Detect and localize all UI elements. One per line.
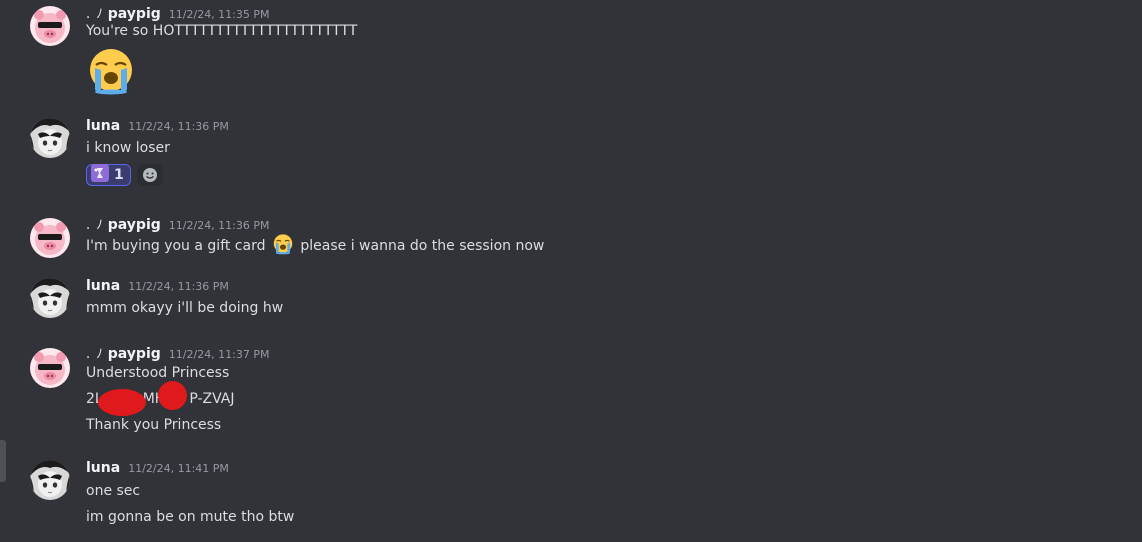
timestamp[interactable]: 11/2/24, 11:37 PM <box>169 348 270 361</box>
message-text: I'm buying you a gift card please i wann… <box>86 233 544 261</box>
timestamp[interactable]: 11/2/24, 11:41 PM <box>128 462 229 475</box>
message-text: Understood Princess <box>86 365 230 381</box>
timestamp[interactable]: 11/2/24, 11:35 PM <box>169 8 270 21</box>
avatar-paypig[interactable] <box>30 348 70 388</box>
pig-avatar-icon <box>30 348 70 388</box>
timestamp[interactable]: 11/2/24, 11:36 PM <box>169 219 270 232</box>
username-decoration: . ﾉ <box>86 218 104 233</box>
avatar-luna[interactable] <box>30 118 70 158</box>
timestamp[interactable]: 11/2/24, 11:36 PM <box>128 120 229 133</box>
timestamp[interactable]: 11/2/24, 11:36 PM <box>128 280 229 293</box>
pig-avatar-icon <box>30 218 70 258</box>
chat-message-list: . ﾉ paypig 11/2/24, 11:35 PM You're so H… <box>0 0 1142 542</box>
message-text-part: I'm buying you a gift card <box>86 238 266 254</box>
code-part: P-ZVAJ <box>189 391 235 407</box>
loudly-crying-face-icon[interactable] <box>272 233 294 261</box>
message-text: mmm okayy i'll be doing hw <box>86 300 284 316</box>
reaction-bar: 1 <box>86 164 163 186</box>
username[interactable]: paypig <box>108 217 161 233</box>
message-text-part: please i wanna do the session now <box>300 238 545 254</box>
scrollbar-handle[interactable] <box>0 440 6 482</box>
username[interactable]: luna <box>86 278 120 294</box>
message-text: Thank you Princess <box>86 417 222 433</box>
reaction-count: 1 <box>114 167 124 183</box>
username[interactable]: paypig <box>108 6 161 22</box>
message-text: You're so HOTTTTTTTTTTTTTTTTTTTTTT <box>86 23 358 39</box>
anime-girl-avatar-icon <box>30 278 70 318</box>
custom-purple-emote-icon <box>91 164 109 186</box>
add-reaction-button[interactable] <box>136 164 163 186</box>
smiley-add-icon <box>142 168 157 182</box>
username[interactable]: luna <box>86 118 120 134</box>
anime-girl-avatar-icon <box>30 460 70 500</box>
username-decoration: . ﾉ <box>86 347 104 362</box>
message-text: i know loser <box>86 140 170 156</box>
username[interactable]: luna <box>86 460 120 476</box>
avatar-paypig[interactable] <box>30 6 70 46</box>
message-text: one sec <box>86 483 141 499</box>
redaction-mark <box>158 381 187 410</box>
reaction-pill[interactable]: 1 <box>86 164 131 186</box>
redaction-mark <box>98 389 146 416</box>
username-decoration: . ﾉ <box>86 7 104 22</box>
avatar-luna[interactable] <box>30 278 70 318</box>
username[interactable]: paypig <box>108 346 161 362</box>
message-text: im gonna be on mute tho btw <box>86 509 295 525</box>
avatar-luna[interactable] <box>30 460 70 500</box>
loudly-crying-face-emoji-icon[interactable] <box>86 46 136 100</box>
avatar-paypig[interactable] <box>30 218 70 258</box>
pig-avatar-icon <box>30 6 70 46</box>
anime-girl-avatar-icon <box>30 118 70 158</box>
